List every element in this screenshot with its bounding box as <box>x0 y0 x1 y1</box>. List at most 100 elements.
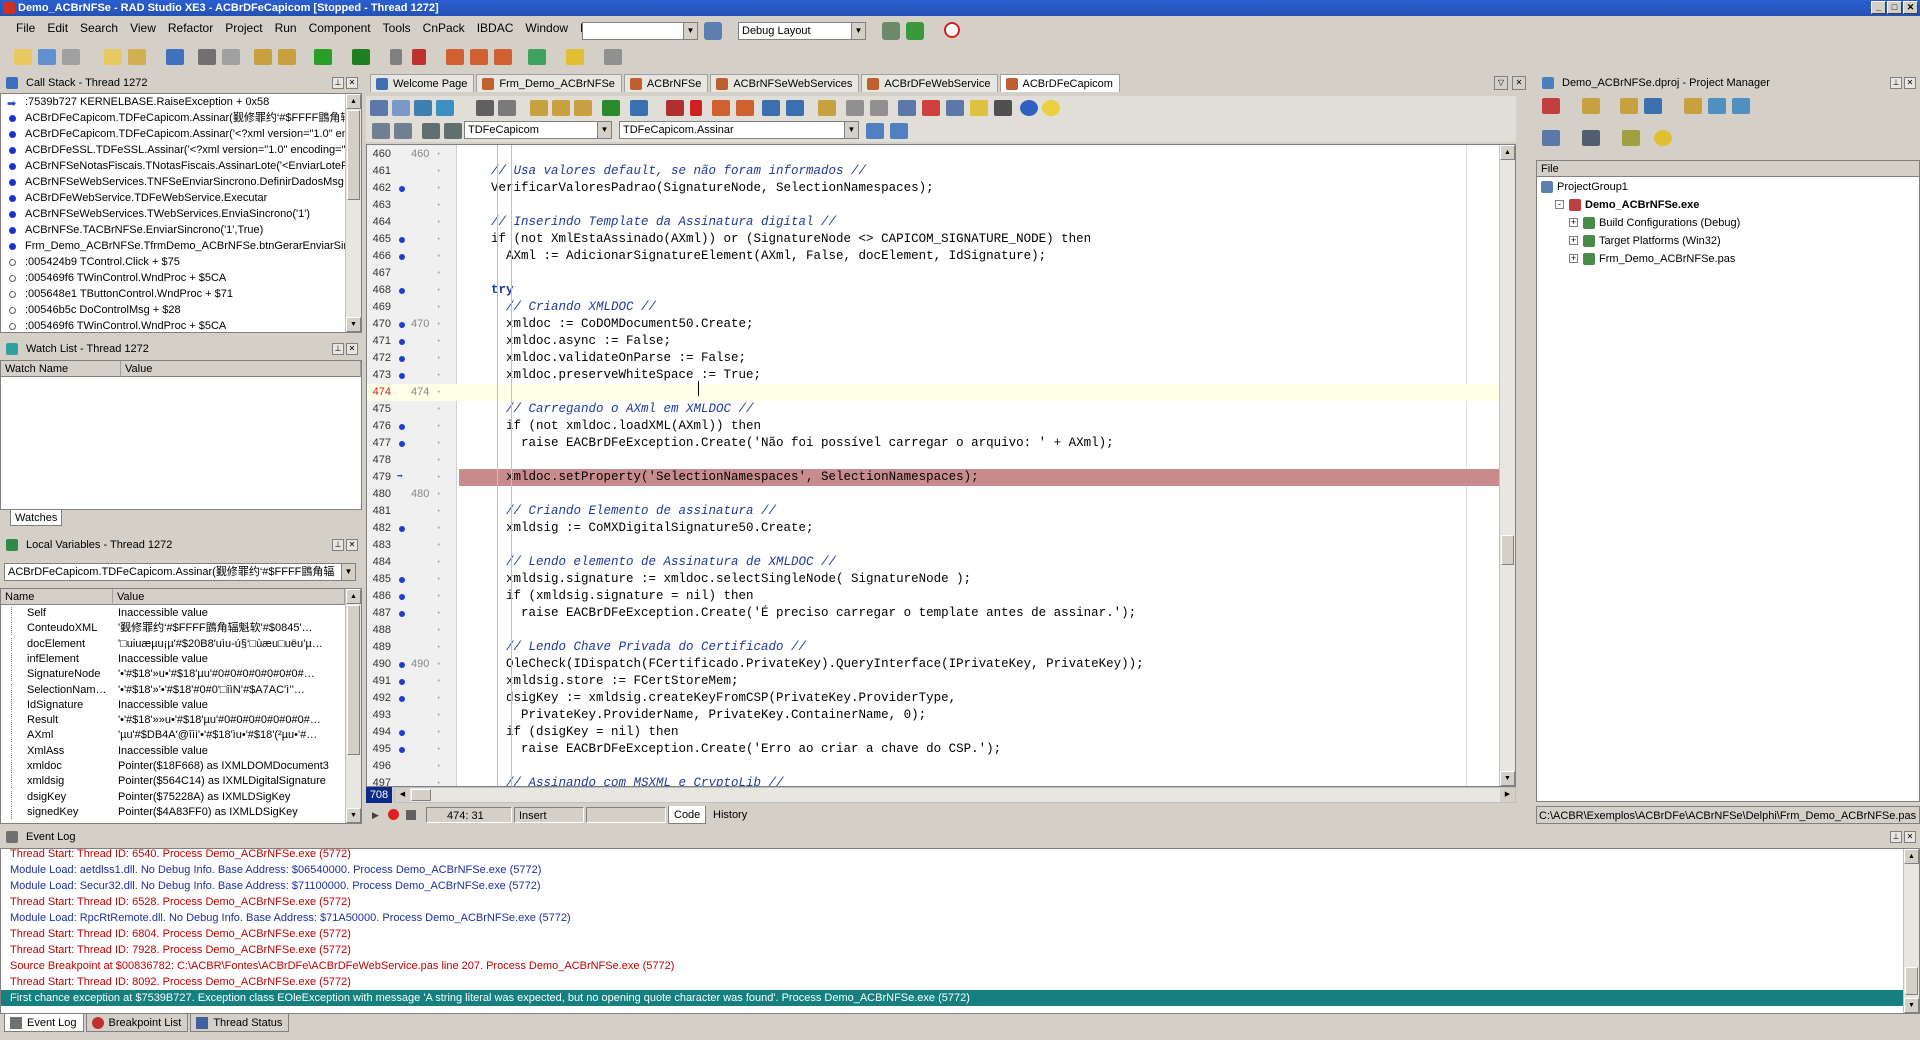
record-macro-icon[interactable] <box>388 809 399 820</box>
menu-refactor[interactable]: Refactor <box>162 21 219 35</box>
component-search-combo[interactable]: ▼ <box>582 22 698 40</box>
nav-left-icon[interactable] <box>866 123 884 139</box>
help-icon[interactable] <box>1020 100 1038 116</box>
menu-tools[interactable]: Tools <box>377 21 417 35</box>
col-watch-name[interactable]: Watch Name <box>1 361 121 377</box>
menu-component[interactable]: Component <box>303 21 377 35</box>
nav-icon-2[interactable] <box>394 123 412 139</box>
collapse-icon[interactable] <box>1732 98 1750 114</box>
call-stack-row[interactable]: :005424b9 TControl.Click + $75 <box>1 254 361 270</box>
remove-icon[interactable] <box>1644 98 1662 114</box>
code-line[interactable]: 476 · if (not xmldoc.loadXML(AXml)) then <box>367 418 1500 435</box>
desktop-layout-combo[interactable]: Debug Layout ▼ <box>738 22 866 40</box>
code-line[interactable]: 484 · // Lendo elemento de Assinatura de … <box>367 554 1500 571</box>
local-vars-scrollbar[interactable]: ▲ ▼ <box>345 589 361 823</box>
view-icon[interactable] <box>1542 130 1560 146</box>
impl-icon[interactable] <box>444 123 462 139</box>
toolbar-icon-24[interactable] <box>970 100 988 116</box>
event-log-row[interactable]: Module Load: Secur32.dll. No Debug Info.… <box>1 878 1919 894</box>
menu-window[interactable]: Window <box>519 21 574 35</box>
play-macro-icon[interactable]: ▶ <box>372 810 379 821</box>
project-tree[interactable]: File ProjectGroup1 - Demo_ACBrNFSe.exe + Bui… <box>1536 160 1920 802</box>
code-line[interactable]: 466 · AXml := AdicionarSignatureElement(A… <box>367 248 1500 265</box>
scroll-up-button[interactable]: ▲ <box>1500 145 1515 160</box>
tab-breakpoint-list[interactable]: Breakpoint List <box>85 1014 189 1032</box>
executable-line-icon[interactable] <box>399 322 405 328</box>
scroll-thumb[interactable] <box>1501 535 1514 565</box>
code-line[interactable]: 473 · xmldoc.preserveWhiteSpace := True; <box>367 367 1500 384</box>
hint-icon[interactable] <box>1042 100 1060 116</box>
new-item-icon[interactable] <box>1582 98 1600 114</box>
nav-right-icon[interactable] <box>890 123 908 139</box>
reopen-icon[interactable] <box>128 49 146 65</box>
call-stack-row[interactable]: ACBrDFeWebService.TDFeWebService.Executa… <box>1 190 361 206</box>
code-line[interactable]: 474 474 · <box>367 384 1500 401</box>
stop-icon[interactable] <box>412 49 426 65</box>
open-icon[interactable] <box>104 49 122 65</box>
pin-icon[interactable]: ⊥ <box>332 539 344 551</box>
status-icon[interactable] <box>1654 130 1672 146</box>
nav-icon-1[interactable] <box>372 123 390 139</box>
options-icon[interactable] <box>1622 130 1640 146</box>
add-icon[interactable] <box>1620 98 1638 114</box>
close-tab-icon[interactable]: ✕ <box>1512 76 1526 90</box>
add-file-icon[interactable] <box>254 49 272 65</box>
call-stack-row[interactable]: ACBrDFeCapicom.TDFeCapicom.Assinar('<?xm… <box>1 126 361 142</box>
deploy-icon[interactable] <box>528 49 546 65</box>
executable-line-icon[interactable] <box>399 611 405 617</box>
local-var-row[interactable]: signedKey Pointer($4A83FF0) as IXMLDSigKe… <box>1 805 345 819</box>
toolbar-icon-21[interactable] <box>898 100 916 116</box>
method-combo[interactable]: TDFeCapicom.Assinar ▼ <box>619 121 859 139</box>
local-vars-grid[interactable]: Name Value Self Inaccessible value Conteud… <box>0 588 362 824</box>
executable-line-icon[interactable] <box>399 662 405 668</box>
tab-watches[interactable]: Watches <box>10 510 63 526</box>
call-stack-row[interactable]: Frm_Demo_ACBrNFSe.TfrmDemo_ACBrNFSe.btnG… <box>1 238 361 254</box>
code-line[interactable]: 464 · // Inserindo Template da Assinatura … <box>367 214 1500 231</box>
pin-icon[interactable]: ⊥ <box>332 77 344 89</box>
toolbar-icon-1[interactable] <box>370 100 388 116</box>
chevron-down-icon[interactable]: ▼ <box>683 23 697 39</box>
toolbar-icon-13[interactable] <box>690 100 702 116</box>
code-line[interactable]: 477 · raise EACBrDFeException.Create('Não… <box>367 435 1500 452</box>
col-value[interactable]: Value <box>121 361 361 377</box>
executable-line-icon[interactable] <box>399 186 405 192</box>
call-stack-row[interactable]: ACBrNFSe.TACBrNFSe.EnviarSincrono('1',Tr… <box>1 222 361 238</box>
toolbar-icon-6[interactable] <box>498 100 516 116</box>
toolbar-icon-10[interactable] <box>602 100 620 116</box>
col-name[interactable]: Name <box>1 589 113 605</box>
executable-line-icon[interactable] <box>399 288 405 294</box>
scroll-thumb[interactable] <box>347 110 360 200</box>
executable-line-icon[interactable] <box>399 237 405 243</box>
tree-expander-icon[interactable]: + <box>1569 254 1578 263</box>
code-line[interactable]: 461 · // Usa valores default, se não foram… <box>367 163 1500 180</box>
tab-acbrdfecapicom[interactable]: ACBrDFeCapicom <box>999 74 1120 92</box>
toolbar-icon-20[interactable] <box>870 100 888 116</box>
local-var-row[interactable]: SelectionNam… '•'#$18'»'•'#$18'#0#0'□îìN’… <box>1 683 345 697</box>
toolbar-icon-4[interactable] <box>436 100 454 116</box>
executable-line-icon[interactable] <box>399 577 405 583</box>
event-log-row-selected[interactable]: First chance exception at $7539B727. Exc… <box>1 990 1919 1006</box>
event-log-list[interactable]: Thread Start: Thread ID: 6540. Process D… <box>0 848 1920 1014</box>
executable-line-icon[interactable] <box>399 373 405 379</box>
event-log-row[interactable]: Thread Start: Thread ID: 7928. Process D… <box>1 942 1919 958</box>
toolbar-icon-18[interactable] <box>818 100 836 116</box>
stack-frame-combo[interactable]: ACBrDFeCapicom.TDFeCapicom.Assinar(觐修罪约‘… <box>4 563 356 581</box>
executable-line-icon[interactable] <box>399 730 405 736</box>
code-line[interactable]: 472 · xmldoc.validateOnParse := False; <box>367 350 1500 367</box>
code-line[interactable]: 497 · // Assinando com MSXML e CryptoLib … <box>367 775 1500 786</box>
event-log-row[interactable]: Module Load: RpcRtRemote.dll. No Debug I… <box>1 910 1919 926</box>
scroll-right-button[interactable]: ▶ <box>1500 788 1515 802</box>
scroll-down-button[interactable]: ▼ <box>1904 998 1919 1013</box>
call-stack-row[interactable]: ACBrDFeSSL.TDFeSSL.Assinar('<?xml versio… <box>1 142 361 158</box>
toolbar-icon-16[interactable] <box>762 100 780 116</box>
toolbar-icon-15[interactable] <box>736 100 754 116</box>
new-icon[interactable] <box>14 49 32 65</box>
executable-line-icon[interactable] <box>399 339 405 345</box>
tab-event-log[interactable]: Event Log <box>4 1014 84 1032</box>
watch-list-grid[interactable]: Watch Name Value <box>0 360 362 510</box>
chevron-down-icon[interactable]: ▼ <box>597 122 611 138</box>
toolbar-icon-11[interactable] <box>630 100 648 116</box>
code-line[interactable]: 483 · <box>367 537 1500 554</box>
class-combo[interactable]: TDFeCapicom ▼ <box>464 121 612 139</box>
code-line[interactable]: 496 · <box>367 758 1500 775</box>
